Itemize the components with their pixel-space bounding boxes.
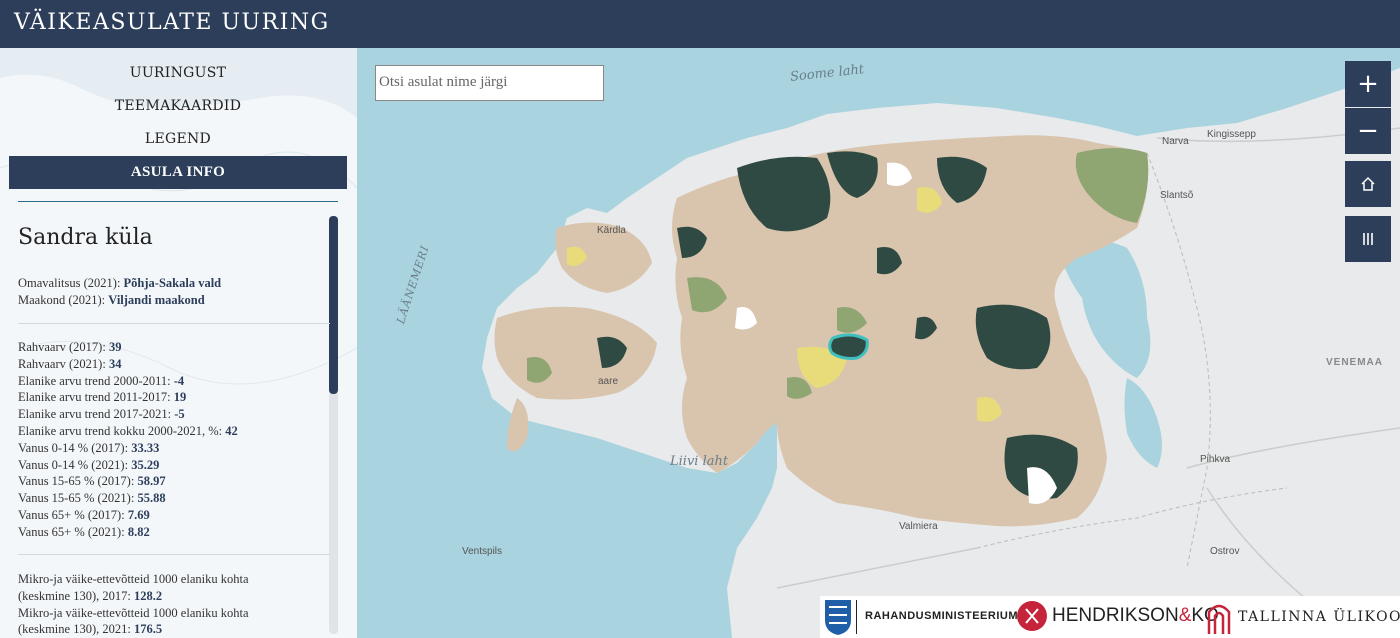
city-label-ventspils: Ventspils [462, 546, 503, 557]
stat-row: Vanus 65+ % (2021): 8.82 [18, 524, 150, 539]
city-label-kingissepp: Kingissepp [1207, 129, 1256, 140]
business-row-line: Mikro-ja väike-ettevõtteid 1000 elaniku … [18, 572, 249, 586]
layers-button[interactable] [1345, 216, 1391, 262]
nav-item-teemakaardid[interactable]: TEEMAKAARDID [9, 93, 347, 126]
sea-label-gulf-riga: Liivi laht [670, 454, 729, 469]
stat-row: Vanus 15-65 % (2017): 58.97 [18, 474, 166, 489]
stat-row: Vanus 0-14 % (2017): 33.33 [18, 440, 160, 455]
population-stats: Rahvaarv (2017): 39 Rahvaarv (2021): 34 … [18, 339, 238, 541]
info-separator [18, 554, 330, 555]
info-separator [18, 323, 330, 324]
columns-icon [1363, 233, 1373, 245]
business-stats: Mikro-ja väike-ettevõtteid 1000 elaniku … [18, 571, 249, 638]
city-label-pihkva: Pihkva [1200, 454, 1231, 465]
stat-row: Rahvaarv (2021): 34 [18, 356, 122, 371]
plus-icon: + [1357, 69, 1379, 99]
country-label-venemaa: VENEMAA [1326, 357, 1384, 368]
nav-divider [18, 201, 338, 202]
main-nav: UURINGUST TEEMAKAARDID LEGEND [9, 60, 347, 159]
city-label-narva: Narva [1162, 136, 1189, 147]
admin-info: Omavalitsus (2021): Põhja-Sakala vald Ma… [18, 275, 221, 309]
nav-item-asula-info[interactable]: ASULA INFO [9, 156, 347, 189]
stat-row: Vanus 65+ % (2017): 7.69 [18, 507, 150, 522]
app-title: VÄIKEASULATE UURING [14, 10, 330, 35]
stat-row: Vanus 0-14 % (2021): 35.29 [18, 457, 160, 472]
stat-row: Rahvaarv (2017): 39 [18, 340, 122, 354]
hendrikson-logo-icon [1017, 601, 1047, 631]
admin-row-omavalitsus: Omavalitsus (2021): Põhja-Sakala vald [18, 276, 222, 290]
city-label-kuressaare: aare [598, 376, 619, 387]
nav-item-uuringust[interactable]: UURINGUST [9, 60, 347, 93]
zoom-out-button[interactable]: − [1345, 108, 1391, 154]
business-row: (keskmine 130), 2017: 128.2 [18, 588, 163, 603]
stat-row: Elanike arvu trend 2000-2011: -4 [18, 373, 185, 388]
home-button[interactable] [1345, 161, 1391, 207]
app-header: VÄIKEASULATE UURING [0, 0, 1400, 48]
tallinn-university-logo-icon [1207, 604, 1231, 634]
business-row: (keskmine 130), 2021: 176.5 [18, 622, 163, 637]
hendrikson-logo-text: HENDRIKSON&KO [1052, 605, 1219, 626]
partner-logos: RAHANDUSMINISTEERIUM HENDRIKSON&KO TALLI… [820, 596, 1400, 638]
zoom-in-button[interactable]: + [1345, 61, 1391, 107]
stat-row: Elanike arvu trend 2011-2017: 19 [18, 390, 187, 405]
logo-divider [856, 600, 857, 634]
stat-row: Vanus 15-65 % (2021): 55.88 [18, 491, 166, 506]
city-label-ostrov: Ostrov [1210, 546, 1240, 557]
admin-row-maakond: Maakond (2021): Viljandi maakond [18, 292, 205, 307]
minus-icon: − [1357, 116, 1379, 146]
place-search-input[interactable]: Otsi asulat nime järgi [375, 65, 604, 101]
city-label-valmiera: Valmiera [899, 521, 938, 532]
home-icon [1361, 176, 1375, 191]
stat-row: Elanike arvu trend 2017-2021: -5 [18, 407, 185, 422]
business-row-line: Mikro-ja väike-ettevõtteid 1000 elaniku … [18, 605, 249, 620]
place-title: Sandra küla [18, 225, 153, 250]
city-label-slantso: Slantsõ [1160, 190, 1194, 201]
info-scrollbar-thumb[interactable] [329, 216, 338, 394]
ministry-logo-text: RAHANDUSMINISTEERIUM [865, 610, 1018, 622]
stat-row: Elanike arvu trend kokku 2000-2021, %: 4… [18, 423, 238, 438]
city-label-kardla: Kärdla [597, 225, 626, 236]
tallinn-university-logo-text: TALLINNA ÜLIKOOL [1238, 609, 1400, 625]
nav-item-legend[interactable]: LEGEND [9, 126, 347, 159]
estonian-coat-of-arms-icon [825, 600, 851, 635]
